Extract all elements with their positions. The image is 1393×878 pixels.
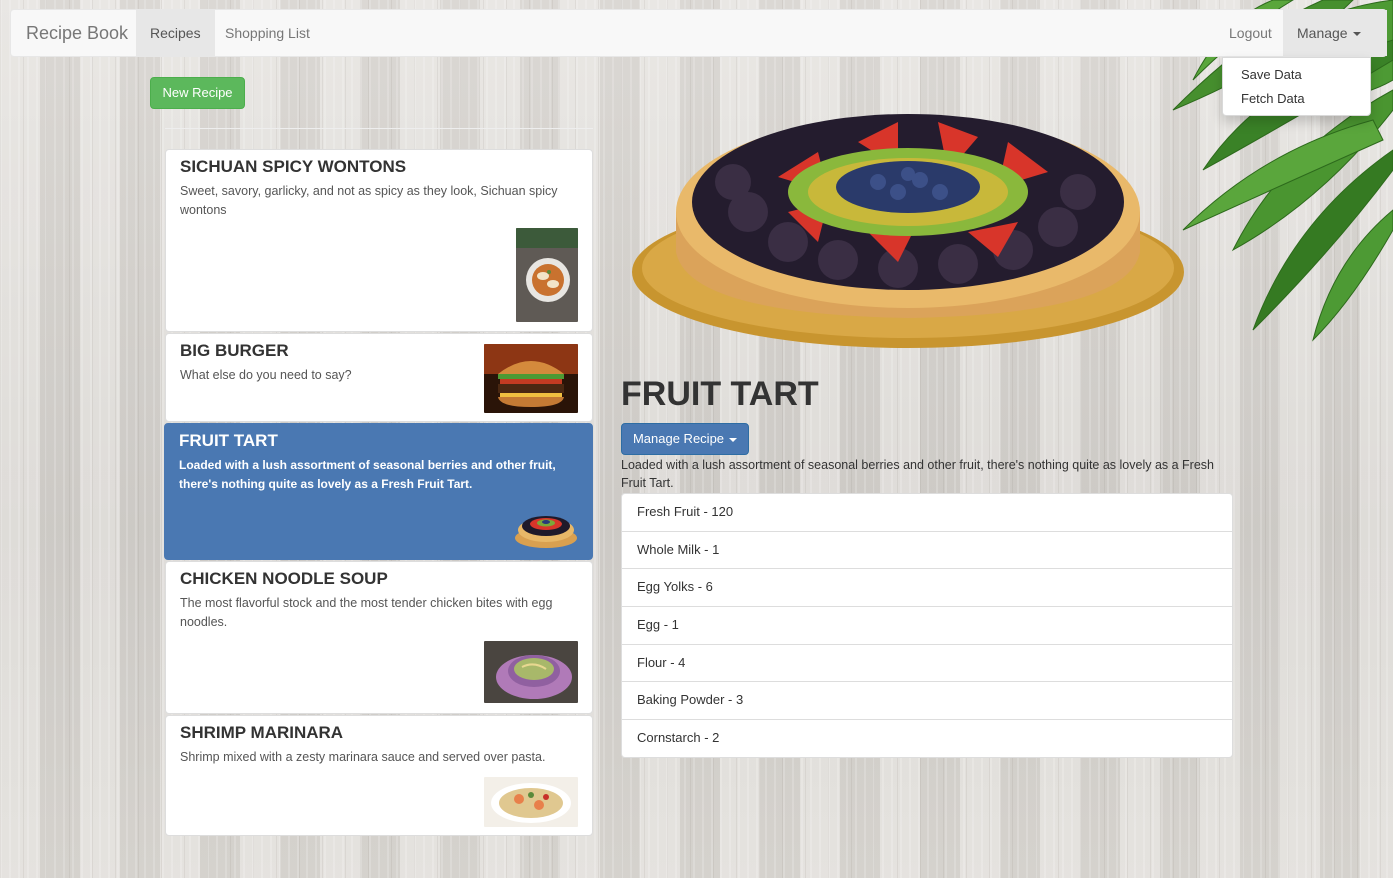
recipe-description: Sweet, savory, garlicky, and not as spic…: [180, 184, 558, 217]
recipe-title: FRUIT TART: [621, 375, 819, 413]
save-data-item[interactable]: Save Data: [1223, 63, 1370, 87]
recipe-description: Loaded with a lush assortment of seasona…: [179, 458, 556, 491]
ingredient-item[interactable]: Whole Milk - 1: [621, 530, 1233, 570]
ingredient-item[interactable]: Egg - 1: [621, 606, 1233, 645]
wonton-bowl-thumbnail: [516, 228, 578, 322]
manage-recipe-button[interactable]: Manage Recipe: [621, 423, 749, 455]
ingredient-item[interactable]: Cornstarch - 2: [621, 719, 1233, 758]
recipe-description: Shrimp mixed with a zesty marinara sauce…: [180, 750, 546, 764]
manage-dropdown-menu: Save Data Fetch Data: [1222, 57, 1371, 116]
brand-link[interactable]: Recipe Book: [26, 10, 128, 56]
ingredient-item[interactable]: Fresh Fruit - 120: [621, 493, 1233, 532]
new-recipe-button[interactable]: New Recipe: [150, 77, 245, 109]
recipe-item-chicken-noodle-soup[interactable]: CHICKEN NOODLE SOUP The most flavorful s…: [165, 561, 593, 714]
manage-dropdown-toggle[interactable]: Manage: [1283, 10, 1387, 56]
recipe-item-sichuan-spicy-wontons[interactable]: SICHUAN SPICY WONTONS Sweet, savory, gar…: [165, 149, 593, 332]
recipe-name: SICHUAN SPICY WONTONS: [180, 157, 407, 176]
nav-shopping-list[interactable]: Shopping List: [211, 10, 324, 56]
nav-recipes[interactable]: Recipes: [136, 10, 215, 56]
logout-link[interactable]: Logout: [1215, 10, 1286, 56]
manage-recipe-label: Manage Recipe: [632, 431, 725, 446]
burger-thumbnail: [484, 344, 578, 413]
divider: [165, 128, 593, 129]
fruit-tart-hero-image: [632, 114, 1184, 348]
recipe-name: SHRIMP MARINARA: [180, 723, 344, 742]
shrimp-pasta-thumbnail: [484, 777, 578, 827]
caret-down-icon: [729, 437, 738, 442]
fruit-tart-thumbnail: [515, 516, 577, 548]
ingredient-list: Fresh Fruit - 120 Whole Milk - 1 Egg Yol…: [621, 493, 1233, 758]
recipe-description: Loaded with a lush assortment of seasona…: [621, 458, 1214, 490]
ingredient-item[interactable]: Egg Yolks - 6: [621, 568, 1233, 608]
recipe-item-fruit-tart[interactable]: FRUIT TART Loaded with a lush assortment…: [164, 423, 593, 560]
recipe-item-shrimp-marinara[interactable]: SHRIMP MARINARA Shrimp mixed with a zest…: [165, 715, 593, 836]
navbar: Recipe Book Recipes Shopping List Logout…: [10, 9, 1387, 57]
recipe-name: CHICKEN NOODLE SOUP: [180, 569, 388, 588]
recipe-item-big-burger[interactable]: BIG BURGER What else do you need to say?: [165, 333, 593, 422]
recipe-name: FRUIT TART: [179, 431, 278, 450]
manage-label: Manage: [1297, 25, 1348, 41]
recipe-description: The most flavorful stock and the most te…: [180, 596, 553, 629]
soup-bowl-thumbnail: [484, 641, 578, 703]
fetch-data-item[interactable]: Fetch Data: [1223, 87, 1370, 111]
caret-down-icon: [1352, 32, 1361, 37]
ingredient-item[interactable]: Flour - 4: [621, 643, 1233, 683]
ingredient-item[interactable]: Baking Powder - 3: [621, 681, 1233, 721]
